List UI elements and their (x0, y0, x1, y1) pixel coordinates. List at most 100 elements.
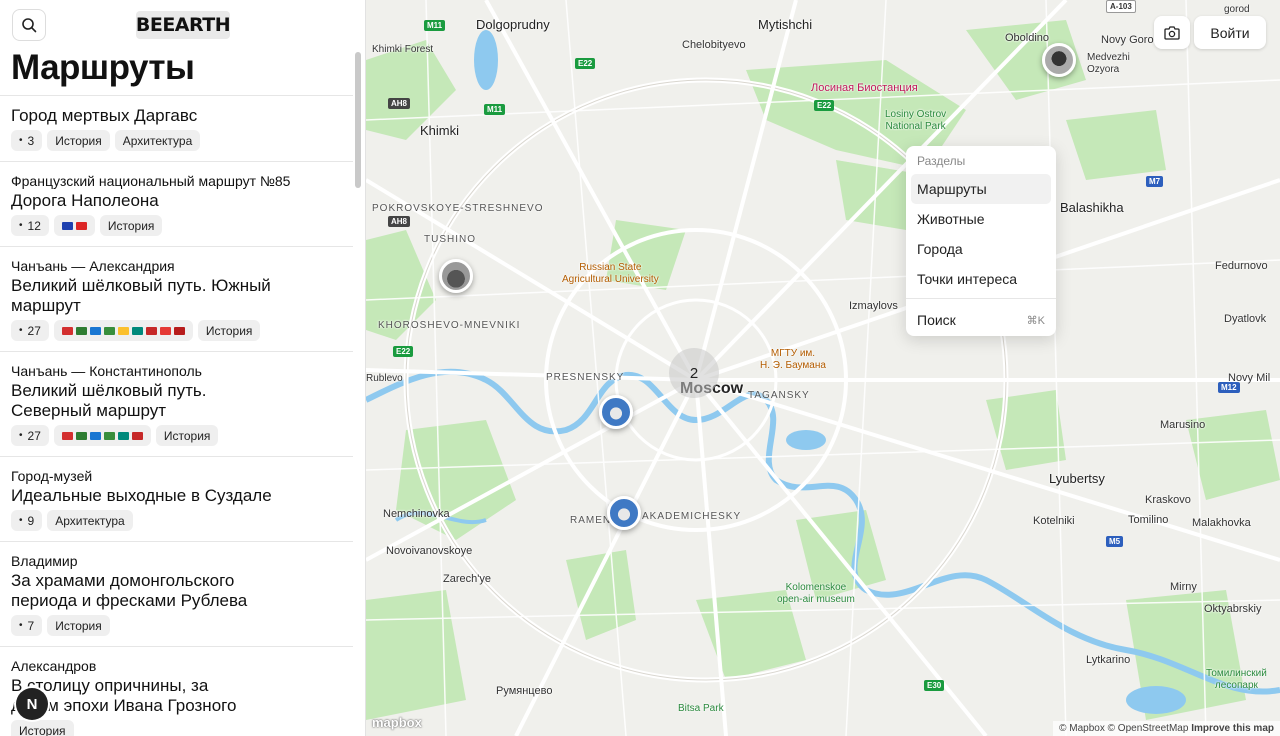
map-label: Nemchinovka (383, 508, 450, 520)
route-item[interactable]: Город-музей Идеальные выходные в Суздале •… (0, 457, 353, 542)
map-label: Dyatlovk (1224, 313, 1267, 325)
routes-list: Город мертвых Даргавс • 3 История Архитектур… (0, 95, 353, 736)
menu-item-cities[interactable]: Города (911, 234, 1051, 264)
tag-chip[interactable]: История (155, 425, 219, 446)
flag-icon (103, 326, 115, 335)
map-label: Tomilino (1128, 514, 1169, 526)
menu-item-poi[interactable]: Точки интереса (911, 264, 1051, 294)
map-label: Balashikha (1060, 200, 1124, 215)
flag-icon (61, 326, 73, 335)
map-label: Fedurnovo (1215, 260, 1268, 272)
tag-chip[interactable]: История (11, 720, 74, 736)
route-title: Великий шёлковый путь. Северный маршрут (11, 381, 207, 420)
route-title: В столицу опричнины, за духом эпохи Иван… (11, 676, 237, 715)
tag-chip[interactable]: История (47, 615, 110, 636)
tag-chip[interactable]: История (47, 130, 110, 151)
route-subtitle: Чанъань — Константинополь (11, 363, 202, 379)
flag-icon (131, 326, 143, 335)
sidebar-top-bar: BEEARTH (0, 0, 354, 50)
route-title: За храмами домонгольского периода и фрес… (11, 571, 248, 610)
flag-icon (89, 431, 101, 440)
map-label: Lyubertsy (1049, 471, 1105, 486)
map-label: Losiny Ostrov National Park (885, 109, 947, 132)
flag-icon (117, 326, 129, 335)
map-cluster[interactable]: 2 (669, 348, 719, 398)
route-item[interactable]: Александров В столицу опричнины, за духом… (0, 647, 353, 736)
map-toolbar: Войти (1154, 16, 1266, 49)
road-shield: E22 (393, 346, 414, 357)
stops-count: 9 (27, 513, 35, 528)
route-item[interactable]: Город мертвых Даргавс • 3 История Архитектур… (0, 96, 353, 162)
map-label: Novy Mil (1228, 372, 1271, 384)
route-item[interactable]: Французский национальный маршрут №85 Доро… (0, 162, 353, 247)
map-label: МГТУ им. Н. Э. Баумана (760, 348, 826, 371)
menu-item-search[interactable]: Поиск ⌘K (911, 305, 1051, 335)
route-item[interactable]: Владимир За храмами домонгольского период… (0, 542, 353, 647)
menu-divider (906, 298, 1056, 299)
map-marker[interactable] (439, 259, 473, 293)
map-label: Rublevo (366, 373, 403, 384)
search-icon (22, 18, 37, 33)
stops-count: 12 (27, 218, 41, 233)
stops-count-chip: • 27 (11, 320, 49, 341)
tag-chip[interactable]: История (99, 215, 163, 236)
n-badge[interactable]: N (16, 688, 48, 720)
map-label: AKADEMICHESKY (642, 511, 742, 522)
stops-count-chip: • 9 (11, 510, 43, 531)
route-chips: • 12 История (11, 215, 342, 236)
map-label: Kraskovo (1145, 494, 1191, 506)
menu-item-animals[interactable]: Животные (911, 204, 1051, 234)
route-chips: История (11, 720, 342, 736)
road-shield: M11 (424, 20, 446, 31)
map-label: Russian State Agricultural University (562, 262, 659, 285)
camera-icon (1164, 25, 1180, 40)
login-button[interactable]: Войти (1194, 16, 1266, 49)
map[interactable]: M11 M11 E22 E22 E22 AH8 AH8 M7 M12 M5 E3… (366, 0, 1280, 736)
road-shield: E22 (575, 58, 596, 69)
improve-map-link[interactable]: Improve this map (1191, 723, 1274, 734)
flag-icon (131, 431, 143, 440)
map-label: Oboldino (1005, 32, 1050, 44)
flag-icon (61, 431, 73, 440)
stops-count-chip: • 3 (11, 130, 43, 151)
map-label: Marusino (1160, 419, 1206, 431)
attribution-osm[interactable]: © OpenStreetMap (1108, 723, 1189, 734)
stops-count: 27 (27, 428, 41, 443)
flag-icon (61, 221, 73, 230)
route-subtitle: Французский национальный маршрут №85 (11, 173, 291, 189)
route-item[interactable]: Чанъань — Александрия Великий шёлковый пу… (0, 247, 353, 352)
road-shield: M7 (1146, 176, 1164, 187)
map-label: Khimki Forest (372, 44, 434, 55)
menu-item-routes[interactable]: Маршруты (911, 174, 1051, 204)
map-label: Bitsa Park (678, 703, 724, 714)
flag-icon (159, 326, 171, 335)
screenshot-button[interactable] (1154, 16, 1190, 49)
route-subtitle: Город-музей (11, 468, 93, 484)
map-label: gorod (1224, 4, 1250, 15)
route-chips: • 27 История (11, 425, 342, 446)
map-marker[interactable] (607, 496, 641, 530)
map-marker[interactable] (1042, 43, 1076, 77)
map-label: Malakhovka (1192, 517, 1251, 529)
flag-icon (173, 326, 185, 335)
scrollbar[interactable] (355, 52, 361, 188)
map-label: TAGANSKY (748, 390, 810, 401)
flag-icon (103, 431, 115, 440)
tag-chip[interactable]: История (197, 320, 261, 341)
map-label: Chelobityevo (682, 39, 746, 51)
tag-chip[interactable]: Архитектура (47, 510, 133, 531)
logo[interactable]: BEEARTH (136, 11, 231, 39)
tag-chip[interactable]: Архитектура (114, 130, 201, 151)
road-shield: E30 (924, 680, 945, 691)
mapbox-logo[interactable]: mapbox (372, 715, 422, 730)
map-marker[interactable] (599, 395, 633, 429)
route-item[interactable]: Чанъань — Константинополь Великий шёлковы… (0, 352, 353, 457)
attribution-mapbox[interactable]: © Mapbox (1059, 723, 1105, 734)
flag-icon (75, 326, 87, 335)
map-label: Румянцево (496, 685, 553, 697)
map-label: TUSHINO (424, 234, 476, 245)
search-button[interactable] (12, 9, 46, 41)
page-title: Маршруты (11, 48, 195, 87)
stops-count-chip: • 27 (11, 425, 49, 446)
map-label: Mirny (1170, 581, 1197, 593)
